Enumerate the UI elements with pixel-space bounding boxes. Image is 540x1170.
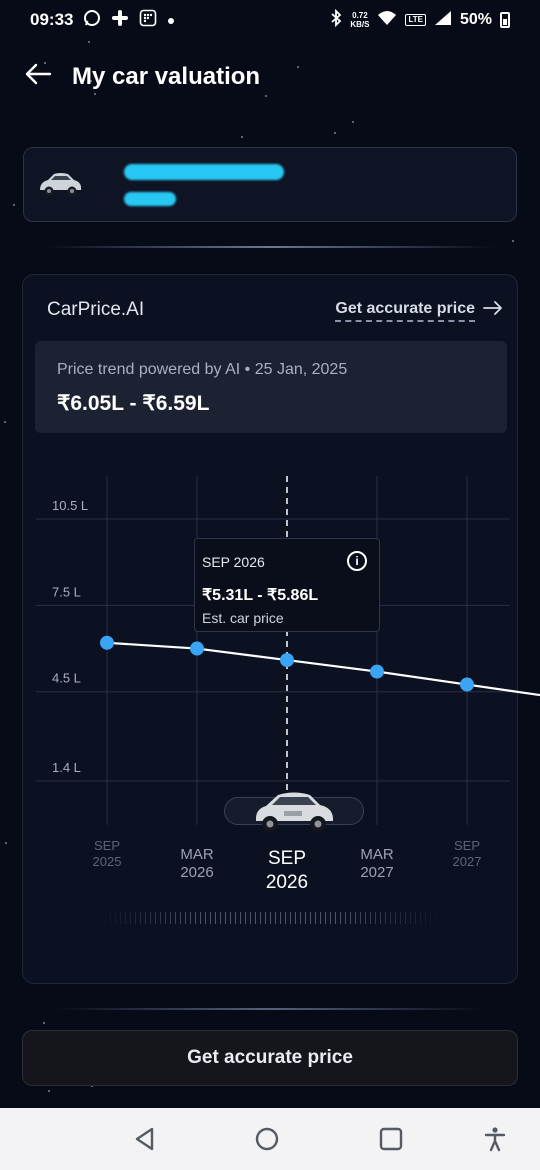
data-point	[190, 641, 204, 656]
network-speed: 0.72 KB/S	[350, 11, 369, 29]
network-speed-value: 0.72	[352, 11, 368, 20]
star-dot	[334, 131, 337, 134]
android-navigation-bar	[0, 1108, 540, 1170]
data-point	[460, 677, 474, 692]
y-tick-label: 10.5 L	[52, 498, 88, 513]
back-arrow-icon[interactable]	[24, 62, 52, 92]
divider	[45, 246, 495, 248]
star-dot	[297, 65, 300, 68]
x-tick-month: SEP	[268, 848, 306, 869]
price-trend-box: Price trend powered by AI • 25 Jan, 2025…	[35, 341, 507, 433]
star-dot	[512, 240, 515, 243]
page-title: My car valuation	[72, 63, 261, 90]
wifi-icon	[377, 10, 397, 31]
nav-home-icon[interactable]	[254, 1126, 280, 1152]
tooltip-price-range: ₹5.31L - ₹5.86L	[202, 587, 319, 604]
car-thumbnail-icon	[40, 173, 82, 196]
arrow-right-icon	[483, 299, 503, 322]
car-info-card[interactable]	[23, 147, 517, 222]
star-dot	[241, 135, 244, 138]
star-dot	[13, 203, 16, 206]
redacted-model	[124, 192, 176, 206]
trend-subtitle: Price trend powered by AI • 25 Jan, 2025	[57, 361, 348, 378]
accessibility-icon[interactable]	[482, 1126, 508, 1152]
slack-icon	[111, 9, 129, 31]
battery-percent: 50%	[459, 11, 492, 28]
divider	[55, 1008, 485, 1010]
x-tick-month: SEP	[94, 838, 120, 853]
app-header: My car valuation	[24, 62, 260, 92]
app-icon	[139, 9, 157, 31]
x-tick-month: MAR	[360, 846, 394, 863]
whatsapp-icon	[83, 9, 101, 31]
x-tick-year: 2027	[453, 854, 482, 869]
brand-label: CarPrice.AI	[47, 299, 145, 320]
timeline-tick-ruler	[100, 912, 440, 924]
x-tick-year: 2025	[93, 854, 122, 869]
x-tick-year: 2026	[180, 864, 213, 881]
x-tick-year: 2027	[360, 864, 393, 881]
star-dot	[352, 121, 355, 124]
data-point	[370, 664, 384, 679]
x-tick-month: SEP	[454, 838, 480, 853]
y-tick-label: 4.5 L	[52, 671, 81, 686]
status-time: 09:33	[30, 10, 74, 29]
accurate-link-label: Get accurate price	[335, 300, 475, 322]
current-price-range: ₹6.05L - ₹6.59L	[57, 392, 210, 415]
car-slider-handle-icon[interactable]	[250, 783, 338, 837]
nav-recents-icon[interactable]	[378, 1126, 404, 1152]
star-dot	[4, 841, 7, 844]
y-tick-label: 7.5 L	[52, 584, 81, 599]
signal-icon	[434, 10, 452, 31]
star-dot	[42, 1021, 45, 1024]
redacted-registration	[124, 164, 284, 180]
status-bar: 09:33 0.72 KB/S LTE 50%	[0, 0, 540, 40]
tooltip-label: Est. car price	[202, 610, 284, 626]
dot-icon	[167, 10, 175, 30]
star-dot	[94, 93, 97, 96]
info-icon[interactable]: i	[347, 551, 367, 571]
data-point	[280, 653, 294, 668]
y-tick-label: 1.4 L	[52, 760, 81, 775]
nav-back-icon[interactable]	[132, 1126, 158, 1152]
price-tooltip: SEP 2026 i ₹5.31L - ₹5.86L Est. car pric…	[194, 538, 380, 632]
star-dot	[3, 421, 6, 424]
bluetooth-icon	[330, 8, 342, 32]
star-dot	[264, 95, 267, 98]
get-accurate-price-button[interactable]: Get accurate price	[22, 1030, 518, 1086]
x-tick-month: MAR	[180, 846, 214, 863]
volte-badge: LTE	[405, 14, 426, 26]
x-tick-year: 2026	[266, 872, 308, 893]
data-point	[100, 635, 114, 650]
tooltip-date: SEP 2026	[202, 554, 265, 570]
get-accurate-price-link[interactable]: Get accurate price	[335, 299, 503, 322]
battery-icon	[500, 12, 510, 28]
network-speed-unit: KB/S	[350, 20, 370, 29]
star-dot	[47, 1089, 50, 1092]
star-dot	[88, 40, 91, 43]
